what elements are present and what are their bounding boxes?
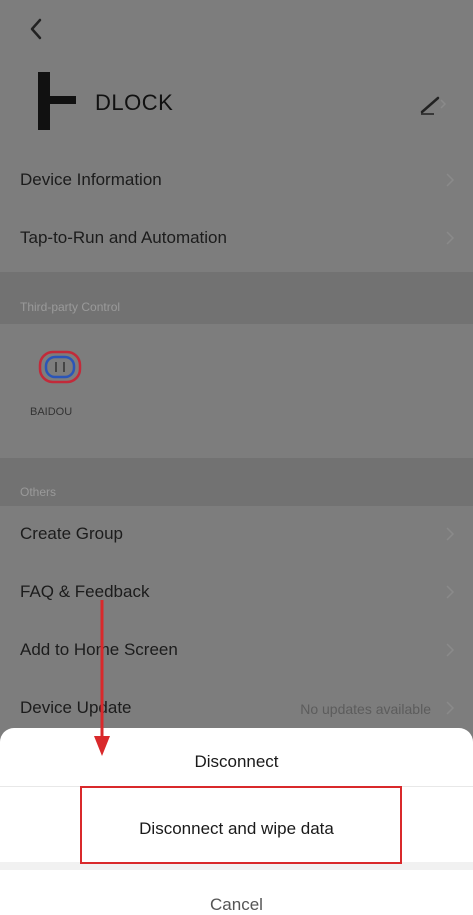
section-title-others: Others [20, 485, 57, 499]
menu-item-faq-feedback[interactable]: FAQ & Feedback [0, 564, 473, 622]
chevron-left-icon [30, 18, 42, 40]
chevron-right-icon [446, 585, 455, 599]
menu-item-label: Device Update [20, 698, 132, 717]
chevron-right-icon [446, 527, 455, 541]
menu-item-label: Create Group [20, 524, 123, 543]
cancel-button[interactable]: Cancel [0, 895, 473, 915]
menu-item-create-group[interactable]: Create Group [0, 506, 473, 564]
device-header: DLOCK [0, 72, 473, 132]
menu-item-tap-to-run[interactable]: Tap-to-Run and Automation [0, 210, 473, 268]
menu-item-label: FAQ & Feedback [20, 582, 150, 601]
device-name: DLOCK [95, 90, 174, 115]
device-logo [38, 72, 76, 130]
section-divider [0, 458, 473, 506]
back-button[interactable] [22, 14, 52, 44]
menu-item-label: Tap-to-Run and Automation [20, 228, 227, 247]
update-status: No updates available [300, 701, 431, 717]
section-title-third-party: Third-party Control [20, 300, 121, 314]
linked-app-name: BAIDOU [30, 406, 73, 418]
chevron-right-icon [446, 701, 455, 715]
highlight-box [80, 786, 402, 864]
menu-item-label: Device Information [20, 170, 162, 189]
red-arrow-icon [94, 600, 110, 756]
pencil-icon [420, 96, 447, 115]
baidou-app-icon [38, 350, 82, 384]
edit-button[interactable] [418, 92, 448, 116]
chevron-right-icon [446, 643, 455, 657]
chevron-right-icon [446, 173, 455, 187]
disconnect-button[interactable]: Disconnect [0, 752, 473, 772]
menu-item-device-information[interactable]: Device Information [0, 152, 473, 210]
menu-item-add-to-home-screen[interactable]: Add to Home Screen [0, 622, 473, 680]
section-divider [0, 272, 473, 324]
linked-app-baidou[interactable]: BAIDOU [22, 348, 102, 428]
chevron-right-icon [446, 231, 455, 245]
